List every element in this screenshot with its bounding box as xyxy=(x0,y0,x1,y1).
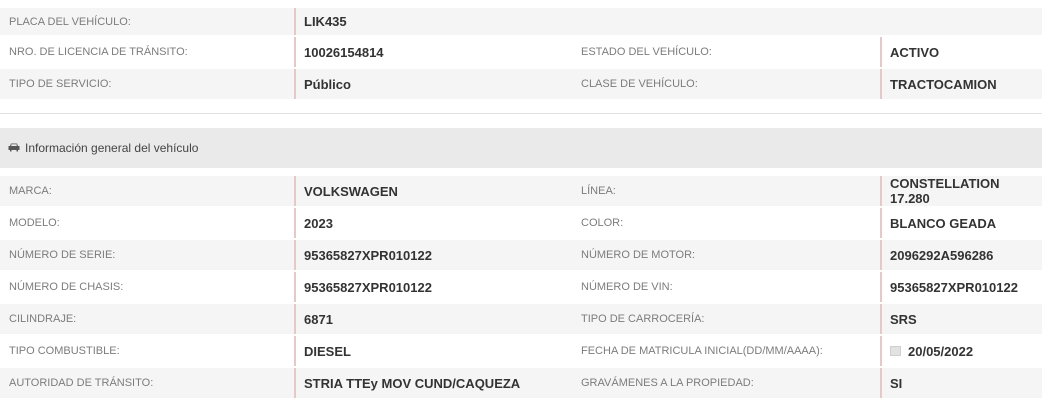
clase-value: TRACTOCAMION xyxy=(880,69,997,99)
estado-value: ACTIVO xyxy=(880,37,939,67)
table-row: MARCA: VOLKSWAGEN LÍNEA: CONSTELLATION 1… xyxy=(0,176,1042,206)
table-row: CILINDRAJE: 6871 TIPO DE CARROCERÍA: SRS xyxy=(0,304,1042,334)
color-value: BLANCO GEADA xyxy=(880,208,996,238)
table-row: NÚMERO DE CHASIS: 95365827XPR010122 NÚME… xyxy=(0,272,1042,302)
serie-value: 95365827XPR010122 xyxy=(294,240,432,270)
car-icon xyxy=(8,143,20,152)
fecha-matricula-value: 20/05/2022 xyxy=(880,336,973,366)
placa-label: PLACA DEL VEHÍCULO: xyxy=(9,15,131,28)
divider xyxy=(0,113,1042,114)
section-title: Información general del vehículo xyxy=(25,141,199,155)
chasis-value: 95365827XPR010122 xyxy=(294,272,432,302)
linea-value: CONSTELLATION 17.280 xyxy=(880,176,1042,206)
autoridad-label: AUTORIDAD DE TRÁNSITO: xyxy=(9,377,154,389)
table-row: TIPO COMBUSTIBLE: DIESEL FECHA DE MATRIC… xyxy=(0,336,1042,366)
modelo-value: 2023 xyxy=(294,208,333,238)
combustible-label: TIPO COMBUSTIBLE: xyxy=(9,345,120,357)
servicio-label: TIPO DE SERVICIO: xyxy=(9,78,112,90)
licencia-value: 10026154814 xyxy=(294,37,384,67)
gravamenes-value: SI xyxy=(880,368,902,398)
licencia-row: NRO. DE LICENCIA DE TRÁNSITO: 1002615481… xyxy=(0,37,1042,67)
table-row: AUTORIDAD DE TRÁNSITO: STRIA TTEy MOV CU… xyxy=(0,368,1042,398)
chasis-label: NÚMERO DE CHASIS: xyxy=(9,281,124,293)
cilindraje-value: 6871 xyxy=(294,304,333,334)
placa-row: PLACA DEL VEHÍCULO: LIK435 xyxy=(0,8,1042,35)
fecha-matricula-label: FECHA DE MATRICULA INICIAL(DD/MM/AAAA): xyxy=(581,345,823,357)
servicio-row: TIPO DE SERVICIO: Público CLASE DE VEHÍC… xyxy=(0,69,1042,99)
servicio-value: Público xyxy=(294,69,351,99)
table-row: NÚMERO DE SERIE: 95365827XPR010122 NÚMER… xyxy=(0,240,1042,270)
cilindraje-label: CILINDRAJE: xyxy=(9,313,77,325)
section-header: Información general del vehículo xyxy=(0,128,1042,168)
vehicle-summary: PLACA DEL VEHÍCULO: LIK435 NRO. DE LICEN… xyxy=(0,0,1042,99)
gravamenes-label: GRAVÁMENES A LA PROPIEDAD: xyxy=(581,377,754,389)
carroceria-label: TIPO DE CARROCERÍA: xyxy=(581,313,705,325)
table-row: MODELO: 2023 COLOR: BLANCO GEADA xyxy=(0,208,1042,238)
vin-value: 95365827XPR010122 xyxy=(880,272,1018,302)
clase-label: CLASE DE VEHÍCULO: xyxy=(581,78,698,90)
carroceria-value: SRS xyxy=(880,304,917,334)
marca-label: MARCA: xyxy=(9,185,52,197)
estado-label: ESTADO DEL VEHÍCULO: xyxy=(581,46,712,58)
fecha-matricula-text: 20/05/2022 xyxy=(908,343,974,359)
marca-value: VOLKSWAGEN xyxy=(294,176,398,206)
calendar-icon xyxy=(890,346,901,356)
linea-label: LÍNEA: xyxy=(581,185,616,197)
motor-value: 2096292A596286 xyxy=(880,240,993,270)
motor-label: NÚMERO DE MOTOR: xyxy=(581,249,696,261)
licencia-label: NRO. DE LICENCIA DE TRÁNSITO: xyxy=(9,46,188,58)
placa-value: LIK435 xyxy=(294,8,347,35)
modelo-label: MODELO: xyxy=(9,217,60,229)
autoridad-value: STRIA TTEy MOV CUND/CAQUEZA xyxy=(294,368,520,398)
serie-label: NÚMERO DE SERIE: xyxy=(9,249,116,261)
combustible-value: DIESEL xyxy=(294,336,351,366)
vin-label: NÚMERO DE VIN: xyxy=(581,281,673,293)
color-label: COLOR: xyxy=(581,217,624,229)
general-info-table: MARCA: VOLKSWAGEN LÍNEA: CONSTELLATION 1… xyxy=(0,176,1042,398)
